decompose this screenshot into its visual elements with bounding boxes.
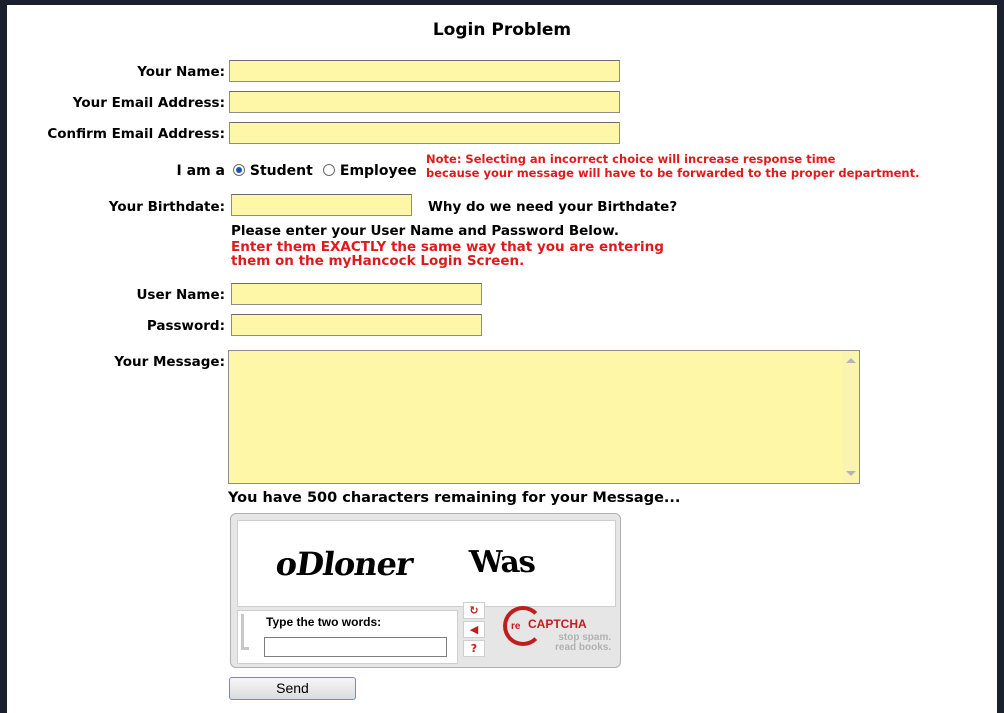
student-label: Student [249, 163, 313, 179]
captcha-response-panel: Type the two words: [237, 610, 458, 664]
birthdate-label: Your Birthdate: [108, 199, 225, 215]
captcha-prompt: Type the two words: [266, 615, 382, 629]
credentials-intro: Please enter your User Name and Password… [231, 223, 619, 239]
employee-radio[interactable] [323, 164, 335, 176]
student-radio[interactable] [233, 164, 245, 176]
captcha-response-input[interactable] [264, 637, 447, 657]
recaptcha-logo: re CAPTCHA stop spam. read books. [501, 602, 621, 662]
username-input[interactable] [231, 283, 482, 305]
message-textarea[interactable] [228, 350, 860, 484]
page-title: Login Problem [432, 20, 572, 40]
role-label: I am a [176, 163, 225, 179]
name-label: Your Name: [137, 64, 225, 80]
username-label: User Name: [136, 287, 225, 303]
name-input[interactable] [229, 60, 620, 82]
credentials-warning-line1: Enter them EXACTLY the same way that you… [231, 239, 664, 255]
credentials-warning-line2: them on the myHancock Login Screen. [231, 253, 525, 269]
birthdate-input[interactable] [231, 194, 412, 216]
email-input[interactable] [229, 91, 620, 113]
help-icon[interactable]: ? [463, 640, 485, 657]
send-button[interactable]: Send [229, 677, 356, 700]
birthdate-help-link[interactable]: Why do we need your Birthdate? [428, 199, 677, 215]
scroll-down-icon[interactable] [846, 471, 856, 476]
message-scrollbar[interactable] [843, 351, 859, 483]
message-label: Your Message: [114, 354, 225, 370]
scroll-up-icon[interactable] [846, 358, 856, 363]
refresh-icon[interactable]: ↻ [463, 602, 485, 619]
message-textarea-wrap[interactable] [228, 350, 860, 484]
employee-label: Employee [339, 163, 417, 179]
password-label: Password: [146, 318, 225, 334]
audio-icon[interactable]: ◀ [463, 621, 485, 638]
captcha-image: oDloner Was [237, 520, 616, 607]
confirm-email-input[interactable] [229, 122, 620, 144]
role-note-line1: Note: Selecting an incorrect choice will… [426, 152, 836, 166]
role-option-employee[interactable]: Employee [323, 163, 417, 179]
password-input[interactable] [231, 314, 482, 336]
chars-remaining: You have 500 characters remaining for yo… [228, 490, 681, 506]
confirm-email-label: Confirm Email Address: [47, 126, 225, 142]
tagline-line2: read books. [555, 642, 612, 653]
captcha-word-1: oDloner [273, 545, 415, 583]
window-top-border [0, 0, 1004, 5]
role-note-line2: because your message will have to be for… [426, 166, 920, 180]
recaptcha-widget: oDloner Was Type the two words: ↻ ◀ ? re… [230, 513, 621, 668]
recaptcha-prefix: re [511, 621, 521, 632]
role-option-student[interactable]: Student [233, 163, 313, 179]
email-label: Your Email Address: [72, 95, 225, 111]
window-left-border [0, 0, 7, 713]
captcha-word-2: Was [468, 545, 537, 580]
window-right-border [997, 0, 1004, 713]
corner-arrow-icon [241, 614, 249, 650]
recaptcha-brand: CAPTCHA [528, 617, 587, 631]
recaptcha-tagline: stop spam. read books. [555, 633, 611, 653]
